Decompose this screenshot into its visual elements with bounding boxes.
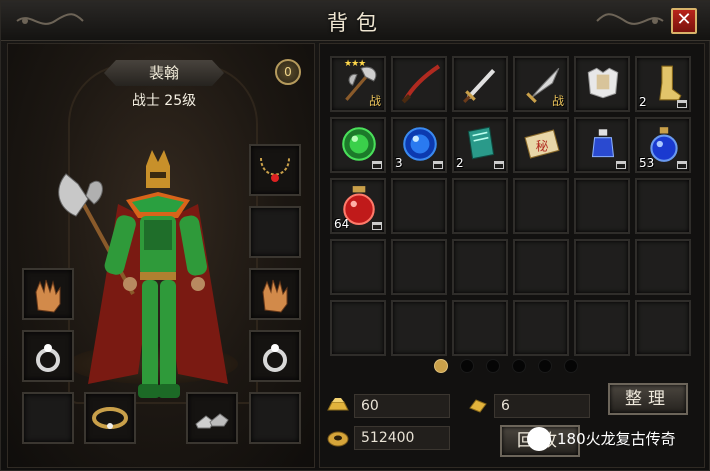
title-bar: 背包 ✕: [1, 1, 710, 41]
blue-potion-small-icon: [591, 129, 615, 158]
item-quantity: 2: [639, 95, 647, 109]
necklace-icon: [260, 157, 290, 182]
belt-icon: [92, 407, 128, 429]
wechat-icon: [527, 427, 551, 451]
bag-slot-empty[interactable]: [635, 239, 691, 295]
boots-icon: [659, 65, 682, 101]
bag-slot-blade[interactable]: 战: [513, 56, 569, 112]
bag-slot-book[interactable]: 2: [452, 117, 508, 173]
equip-slot-left-ring[interactable]: [249, 330, 301, 382]
ring-icon: [36, 344, 60, 372]
bind-lock-icon: [372, 161, 382, 169]
equip-slot-empty[interactable]: [249, 392, 301, 444]
bag-slot-empty[interactable]: [513, 239, 569, 295]
item-class-tag: 战: [368, 94, 381, 108]
character-class-level: 战士 25级: [131, 93, 197, 109]
bag-slot-sword[interactable]: [452, 56, 508, 112]
equip-slot-left-gloves[interactable]: [249, 268, 301, 320]
equip-slot-right-gloves[interactable]: [22, 268, 74, 320]
bag-slot-empty[interactable]: [391, 178, 447, 234]
sword-icon: [463, 68, 496, 104]
green-orb-icon: [342, 127, 376, 161]
bag-slot-armor[interactable]: [574, 56, 630, 112]
item-quantity: 64: [334, 217, 350, 231]
blue-orb-icon: [403, 127, 437, 161]
bag-slot-empty[interactable]: [574, 239, 630, 295]
bag-slot-empty[interactable]: [513, 178, 569, 234]
sort-button[interactable]: 整理: [608, 383, 688, 415]
bag-slot-boots[interactable]: 2: [635, 56, 691, 112]
bag-slot-scroll[interactable]: 秘: [513, 117, 569, 173]
ring-icon: [263, 344, 287, 372]
bind-lock-icon: [372, 222, 382, 230]
glove-icon: [262, 279, 288, 313]
equip-slot-right-ring[interactable]: [22, 330, 74, 382]
bag-slot-empty[interactable]: [635, 178, 691, 234]
gold-value: 60: [354, 394, 450, 418]
bag-slot-empty[interactable]: [452, 178, 508, 234]
bag-slot-red-potion[interactable]: 64: [330, 178, 386, 234]
bag-slot-empty[interactable]: [391, 300, 447, 356]
item-quantity: 3: [395, 156, 403, 170]
bag-window: 背包 ✕ 裴翰 战士 25级 0 ★★★ 战 战 2 3 2 秘 53 64 6…: [0, 0, 710, 471]
armor-icon: [587, 67, 619, 99]
bag-slot-empty[interactable]: [574, 300, 630, 356]
character-name: 裴翰: [104, 60, 224, 86]
gold-bar-icon: [469, 399, 487, 413]
scroll-icon: 秘: [524, 129, 560, 159]
bag-slot-saber[interactable]: [391, 56, 447, 112]
bag-slot-empty[interactable]: [452, 239, 508, 295]
character-panel: 裴翰 战士 25级 0: [7, 43, 315, 468]
equip-slot-belt[interactable]: [84, 392, 136, 444]
bag-slot-blue-potion[interactable]: 53: [635, 117, 691, 173]
bind-lock-icon: [616, 161, 626, 169]
item-class-tag: 战: [551, 94, 564, 108]
svg-text:秘: 秘: [536, 138, 549, 153]
bag-slot-empty[interactable]: [391, 239, 447, 295]
gold-ingot-icon: [327, 398, 349, 411]
equip-slot-boots[interactable]: [186, 392, 238, 444]
page-dot[interactable]: [434, 359, 448, 373]
item-quantity: 53: [639, 156, 655, 170]
page-dot[interactable]: [486, 359, 500, 373]
bag-slot-empty[interactable]: [635, 300, 691, 356]
bind-lock-icon: [677, 100, 687, 108]
bag-slot-green-orb[interactable]: [330, 117, 386, 173]
bag-slot-empty[interactable]: [452, 300, 508, 356]
bag-slot-empty[interactable]: [330, 300, 386, 356]
page-dot[interactable]: [564, 359, 578, 373]
bag-panel: ★★★战战232秘5364 60 6 512400 整理 回收: [319, 43, 705, 468]
gold-bar-value: 6: [494, 394, 590, 418]
page-dot[interactable]: [538, 359, 552, 373]
book-icon: [467, 126, 495, 160]
equip-slot-empty[interactable]: [249, 206, 301, 258]
bind-lock-icon: [494, 161, 504, 169]
level-badge: 0: [275, 59, 301, 85]
page-dot[interactable]: [460, 359, 474, 373]
coins-value: 512400: [354, 426, 450, 450]
boots-icon: [195, 413, 229, 429]
bag-slot-blue-potion-small[interactable]: [574, 117, 630, 173]
bind-lock-icon: [677, 161, 687, 169]
stars-label: ★★★: [344, 59, 366, 69]
saber-icon: [401, 64, 441, 104]
equip-slot-necklace[interactable]: [249, 144, 301, 196]
coin-icon: [327, 431, 349, 447]
bag-slot-empty[interactable]: [330, 239, 386, 295]
character-figure: [58, 150, 228, 398]
glove-icon: [35, 279, 61, 313]
bag-slot-blue-orb[interactable]: 3: [391, 117, 447, 173]
bind-lock-icon: [433, 161, 443, 169]
close-button[interactable]: ✕: [671, 8, 697, 34]
ornament-icon: [596, 13, 664, 25]
bag-slot-empty[interactable]: [574, 178, 630, 234]
bag-slot-empty[interactable]: [513, 300, 569, 356]
page-dot[interactable]: [512, 359, 526, 373]
watermark-text: 180火龙复古传奇: [557, 430, 676, 448]
item-quantity: 2: [456, 156, 464, 170]
bag-slot-axe[interactable]: ★★★ 战: [330, 56, 386, 112]
equip-slot-empty[interactable]: [22, 392, 74, 444]
